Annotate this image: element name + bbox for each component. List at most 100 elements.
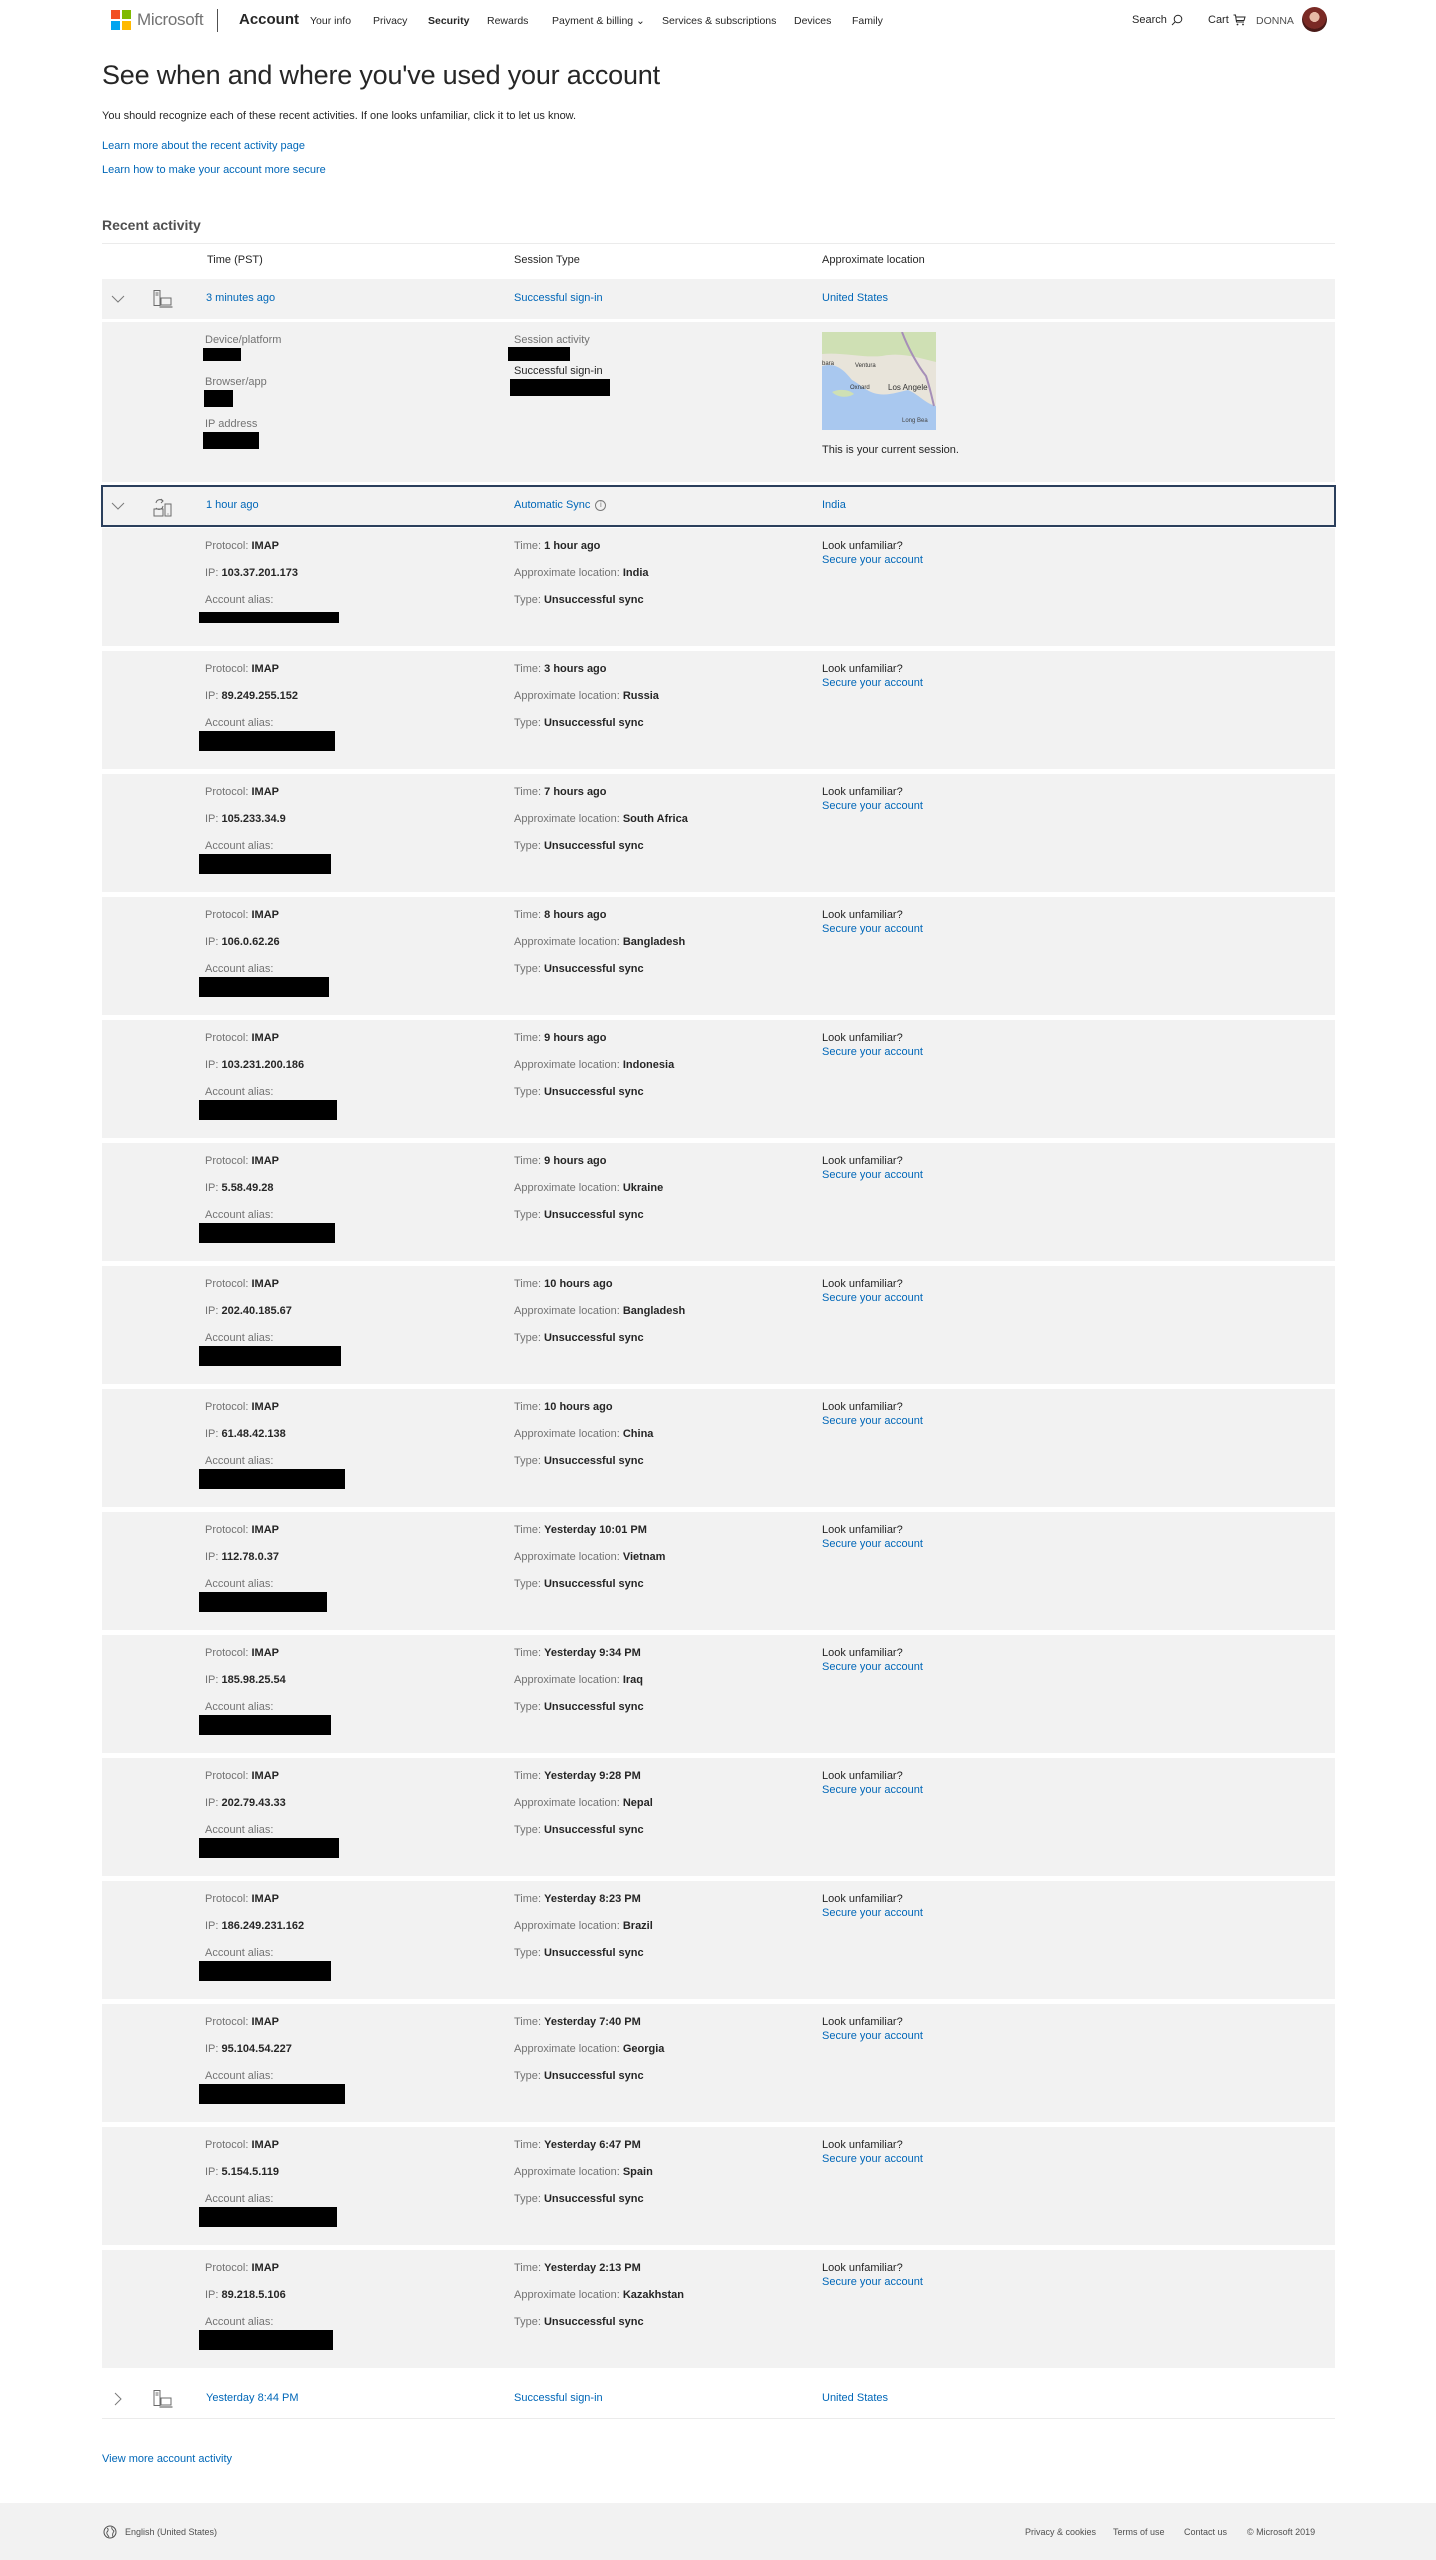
ip-value: 103.231.200.186: [221, 1059, 305, 1071]
time-label: Time:: [514, 909, 545, 921]
search-button[interactable]: Search: [1132, 14, 1183, 26]
location-value: Russia: [622, 690, 659, 702]
nav-family[interactable]: Family: [852, 15, 883, 27]
session-row[interactable]: Yesterday 8:44 PM Successful sign-in Uni…: [102, 2379, 1335, 2419]
sync-event[interactable]: Protocol: IMAP IP: 103.231.200.186 Accou…: [102, 1020, 1335, 1138]
protocol-value: IMAP: [251, 1401, 279, 1413]
secure-account-link[interactable]: Secure your account: [822, 800, 923, 812]
session-time-link[interactable]: 1 hour ago: [206, 499, 259, 511]
location-field: Approximate location: Ukraine: [514, 1182, 663, 1194]
protocol-field: Protocol: IMAP: [205, 1278, 279, 1290]
nav-your-info[interactable]: Your info: [310, 15, 351, 27]
session-time-link[interactable]: 3 minutes ago: [206, 292, 275, 304]
nav-rewards[interactable]: Rewards: [487, 15, 528, 27]
nav-services-subscriptions[interactable]: Services & subscriptions: [662, 15, 776, 27]
info-icon[interactable]: i: [595, 499, 607, 511]
secure-account-link[interactable]: Secure your account: [822, 923, 923, 935]
sync-event[interactable]: Protocol: IMAP IP: 106.0.62.26 Account a…: [102, 897, 1335, 1015]
session-type-link[interactable]: Automatic Sync i: [514, 499, 607, 511]
nav-payment-billing[interactable]: Payment & billing ⌄: [552, 15, 645, 27]
secure-account-link[interactable]: Secure your account: [822, 1784, 923, 1796]
language-selector[interactable]: English (United States): [125, 2527, 217, 2537]
brand-name[interactable]: Microsoft: [137, 10, 204, 30]
secure-account-link[interactable]: Secure your account: [822, 1907, 923, 1919]
type-value: Unsuccessful sync: [543, 1332, 644, 1344]
logo-yellow-square: [122, 21, 131, 30]
sync-event[interactable]: Protocol: IMAP IP: 95.104.54.227 Account…: [102, 2004, 1335, 2122]
secure-account-link[interactable]: Secure your account: [822, 1169, 923, 1181]
microsoft-logo-icon[interactable]: [111, 10, 131, 30]
nav-privacy[interactable]: Privacy: [373, 15, 407, 27]
secure-account-link[interactable]: Secure your account: [822, 2030, 923, 2042]
chevron-down-icon[interactable]: [110, 498, 126, 514]
chevron-right-icon[interactable]: [110, 2391, 126, 2407]
sync-event[interactable]: Protocol: IMAP IP: 61.48.42.138 Account …: [102, 1389, 1335, 1507]
sync-event[interactable]: Protocol: IMAP IP: 89.218.5.106 Account …: [102, 2250, 1335, 2368]
nav-devices[interactable]: Devices: [794, 15, 831, 27]
session-type-label: Successful sign-in: [514, 292, 603, 304]
globe-icon[interactable]: [103, 2525, 117, 2539]
time-field: Time: Yesterday 8:23 PM: [514, 1893, 641, 1905]
product-account-link[interactable]: Account: [239, 11, 299, 28]
session-type-link[interactable]: Successful sign-in: [514, 2392, 603, 2404]
account-alias-label: Account alias:: [205, 2193, 274, 2205]
secure-account-link[interactable]: Secure your account: [822, 1661, 923, 1673]
sync-event[interactable]: Protocol: IMAP IP: 112.78.0.37 Account a…: [102, 1512, 1335, 1630]
sync-event[interactable]: Protocol: IMAP IP: 202.40.185.67 Account…: [102, 1266, 1335, 1384]
location-label: Approximate location:: [514, 1674, 623, 1686]
sync-event[interactable]: Protocol: IMAP IP: 103.37.201.173 Accoun…: [102, 528, 1335, 646]
sync-event[interactable]: Protocol: IMAP IP: 185.98.25.54 Account …: [102, 1635, 1335, 1753]
session-location-link[interactable]: United States: [822, 2392, 888, 2404]
session-location-link[interactable]: United States: [822, 292, 888, 304]
session-time-link[interactable]: Yesterday 8:44 PM: [206, 2392, 299, 2404]
chevron-down-icon[interactable]: [110, 291, 126, 307]
footer-contact-link[interactable]: Contact us: [1184, 2527, 1227, 2537]
location-value: Vietnam: [622, 1551, 666, 1563]
type-field: Type: Unsuccessful sync: [514, 1086, 644, 1098]
secure-account-link[interactable]: Secure your account: [822, 2276, 923, 2288]
session-location-link[interactable]: India: [822, 499, 846, 511]
time-label: Time:: [514, 1893, 545, 1905]
secure-account-link[interactable]: Secure your account: [822, 1415, 923, 1427]
cart-button[interactable]: Cart: [1208, 14, 1246, 26]
look-unfamiliar-text: Look unfamiliar?: [822, 2016, 903, 2028]
location-value: Iraq: [622, 1674, 644, 1686]
redacted-browser: [204, 390, 233, 407]
look-unfamiliar-text: Look unfamiliar?: [822, 909, 903, 921]
sync-event[interactable]: Protocol: IMAP IP: 202.79.43.33 Account …: [102, 1758, 1335, 1876]
location-map[interactable]: bara Ventura Oxnard Los Angele Long Bea: [822, 332, 936, 430]
secure-account-link[interactable]: Secure your account: [822, 2153, 923, 2165]
account-alias-label: Account alias:: [205, 1947, 274, 1959]
view-more-activity-link[interactable]: View more account activity: [102, 2453, 232, 2465]
location-field: Approximate location: Iraq: [514, 1674, 643, 1686]
footer-terms-link[interactable]: Terms of use: [1113, 2527, 1165, 2537]
nav-security[interactable]: Security: [428, 15, 469, 27]
sync-event[interactable]: Protocol: IMAP IP: 5.154.5.119 Account a…: [102, 2127, 1335, 2245]
time-label: Time:: [514, 1155, 545, 1167]
sync-event[interactable]: Protocol: IMAP IP: 5.58.49.28 Account al…: [102, 1143, 1335, 1261]
sync-event[interactable]: Protocol: IMAP IP: 105.233.34.9 Account …: [102, 774, 1335, 892]
user-name[interactable]: DONNA: [1256, 15, 1294, 27]
secure-account-link[interactable]: Secure your account: [822, 1292, 923, 1304]
footer-privacy-link[interactable]: Privacy & cookies: [1025, 2527, 1096, 2537]
session-row[interactable]: 3 minutes ago Successful sign-in United …: [102, 279, 1335, 319]
location-value: Ukraine: [622, 1182, 664, 1194]
computer-icon: [153, 2390, 173, 2408]
avatar[interactable]: [1302, 7, 1327, 32]
sync-event[interactable]: Protocol: IMAP IP: 89.249.255.152 Accoun…: [102, 651, 1335, 769]
secure-account-link[interactable]: Secure your account: [822, 677, 923, 689]
location-label: Approximate location:: [514, 1059, 623, 1071]
protocol-field: Protocol: IMAP: [205, 540, 279, 552]
secure-account-link[interactable]: Secure your account: [822, 554, 923, 566]
secure-account-link[interactable]: Secure your account: [822, 1538, 923, 1550]
protocol-field: Protocol: IMAP: [205, 2262, 279, 2274]
ip-value: 185.98.25.54: [221, 1674, 286, 1686]
learn-secure-account-link[interactable]: Learn how to make your account more secu…: [102, 164, 326, 176]
time-value: 7 hours ago: [544, 786, 607, 798]
sync-event[interactable]: Protocol: IMAP IP: 186.249.231.162 Accou…: [102, 1881, 1335, 1999]
session-row[interactable]: 1 hour ago Automatic Sync i India: [101, 485, 1336, 527]
redacted-account-alias: [199, 1100, 337, 1120]
learn-more-activity-link[interactable]: Learn more about the recent activity pag…: [102, 140, 305, 152]
secure-account-link[interactable]: Secure your account: [822, 1046, 923, 1058]
session-type-link[interactable]: Successful sign-in: [514, 292, 603, 304]
